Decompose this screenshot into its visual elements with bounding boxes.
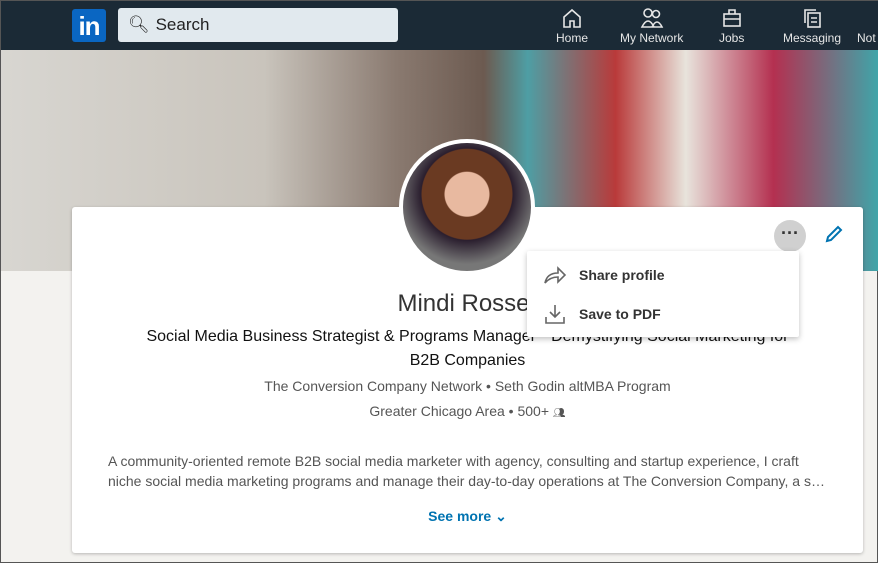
see-more-button[interactable]: See more ⌄ [72, 508, 863, 525]
nav-label: Not [857, 31, 876, 45]
education-link[interactable]: Seth Godin altMBA Program [495, 378, 671, 394]
search-placeholder: Search [155, 15, 210, 34]
profile-affiliations: The Conversion Company Network • Seth Go… [264, 378, 671, 394]
nav-label: Jobs [719, 31, 745, 45]
nav-label: Messaging [783, 31, 842, 45]
more-actions-dropdown: Share profile Save to PDF [527, 251, 799, 337]
nav-messaging[interactable]: Messaging [783, 7, 841, 45]
linkedin-logo[interactable]: in [72, 9, 106, 42]
nav-jobs[interactable]: Jobs [719, 7, 744, 45]
see-more-label: See more [428, 508, 492, 524]
location: Greater Chicago Area [369, 403, 505, 419]
search-input[interactable]: 🔍︎ Search [118, 8, 398, 42]
top-nav: in 🔍︎ Search Home My Network Jobs Messag… [1, 1, 878, 50]
profile-about: A community-oriented remote B2B social m… [108, 453, 825, 489]
nav-home[interactable]: Home [556, 7, 588, 45]
nav-label: Home [556, 31, 589, 45]
menu-item-share-profile[interactable]: Share profile [527, 255, 799, 294]
download-icon [545, 304, 565, 324]
search-icon: 🔍︎ [128, 15, 150, 34]
edit-profile-button[interactable] [823, 223, 845, 250]
network-icon [640, 8, 663, 28]
chevron-down-icon: ⌄ [495, 508, 507, 524]
share-icon [544, 265, 567, 284]
connections-count[interactable]: 500+ [517, 403, 549, 419]
messaging-icon [804, 9, 821, 28]
home-icon [563, 8, 581, 28]
profile-location-line: Greater Chicago Area • 500+ 👥︎ [369, 403, 566, 419]
briefcase-icon [722, 9, 741, 27]
avatar[interactable] [399, 139, 535, 275]
nav-notifications[interactable]: Not [857, 31, 876, 45]
nav-label: My Network [620, 31, 684, 45]
more-actions-button[interactable]: ··· [774, 220, 806, 252]
connections-icon: 👥︎ [552, 408, 566, 419]
company-link[interactable]: The Conversion Company Network [264, 378, 482, 394]
nav-my-network[interactable]: My Network [620, 7, 683, 45]
pencil-icon [825, 225, 843, 243]
menu-item-label: Save to PDF [579, 305, 661, 322]
menu-item-save-to-pdf[interactable]: Save to PDF [527, 294, 799, 333]
menu-item-label: Share profile [579, 266, 665, 283]
